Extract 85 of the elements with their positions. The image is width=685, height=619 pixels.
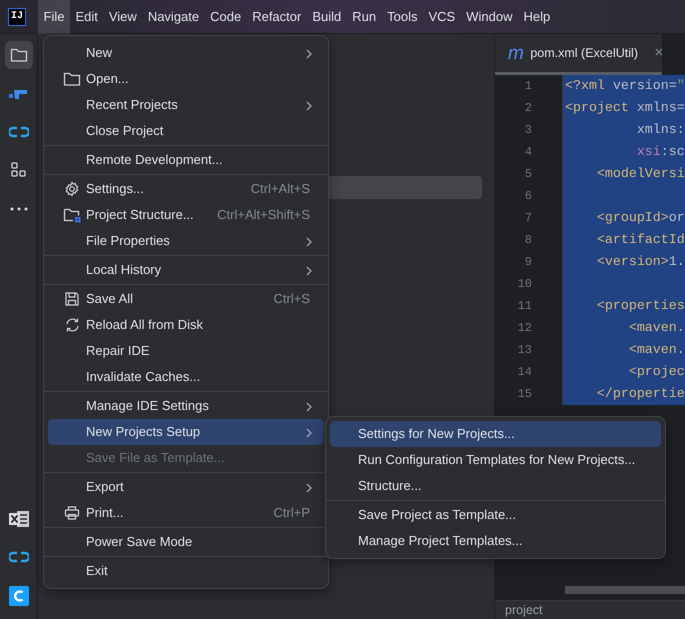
reload-icon xyxy=(64,317,80,333)
menu-item[interactable]: Local History xyxy=(48,257,324,283)
code-line: xmlns: xyxy=(636,121,685,139)
c-app-icon xyxy=(8,586,28,606)
menu-item[interactable]: Manage Project Templates... xyxy=(330,528,661,554)
menu-item[interactable]: Manage IDE Settings xyxy=(48,393,324,419)
line-number: 9 xyxy=(524,254,533,271)
menu-bar-item[interactable]: VCS xyxy=(422,0,461,34)
line-number: 3 xyxy=(524,122,533,139)
line-number: 4 xyxy=(524,144,533,161)
line-number: 5 xyxy=(524,166,533,183)
excel-icon xyxy=(8,508,30,529)
line-number: 1 xyxy=(524,78,533,95)
tab-title: pom.xml (ExcelUtil) xyxy=(530,44,638,62)
code-line: <modelVersi xyxy=(596,165,685,183)
menu-item[interactable]: Invalidate Caches... xyxy=(48,364,324,390)
menu-item[interactable]: Print... Ctrl+P xyxy=(48,500,324,526)
menu-item[interactable]: Save All Ctrl+S xyxy=(48,286,324,312)
line-number: 11 xyxy=(516,298,533,315)
menu-bar-item[interactable]: Run xyxy=(346,0,382,34)
code-line: <maven. xyxy=(628,319,685,337)
menu-bar-item[interactable]: Code xyxy=(204,0,247,34)
menu-item[interactable]: Open... xyxy=(48,66,324,92)
project-structure-icon xyxy=(63,207,81,223)
menu-bar-item[interactable]: Build xyxy=(306,0,347,34)
gear-icon xyxy=(64,181,80,197)
menu-item[interactable]: New Projects Setup xyxy=(48,419,324,445)
menu-item[interactable]: Repair IDE xyxy=(48,338,324,364)
menu-bar-item[interactable]: Refactor xyxy=(246,0,307,34)
menu-bar-item[interactable]: Help xyxy=(518,0,556,34)
menu-item[interactable]: Recent Projects xyxy=(48,92,324,118)
menu-item[interactable]: Settings... Ctrl+Alt+S xyxy=(48,176,324,202)
code-line: <artifactId xyxy=(596,231,685,249)
menu-item[interactable]: File Properties xyxy=(48,228,324,254)
menu-item[interactable]: Project Structure... Ctrl+Alt+Shift+S xyxy=(48,202,324,228)
grid-icon xyxy=(10,161,28,179)
menu-item[interactable]: Exit xyxy=(48,558,324,584)
code-line: <groupId>or xyxy=(596,209,685,227)
menu-bar-item[interactable]: Window xyxy=(460,0,518,34)
menu-item[interactable]: Save Project as Template... xyxy=(330,502,661,528)
menu-bar-item[interactable]: View xyxy=(103,0,142,34)
link-icon xyxy=(8,126,28,138)
code-line: <properties xyxy=(596,297,685,315)
code-line: <version>1. xyxy=(596,253,685,271)
folder-icon xyxy=(10,46,28,62)
line-number: 12 xyxy=(516,320,533,337)
editor-tab[interactable]: m pom.xml (ExcelUtil) × xyxy=(495,34,662,75)
folder-icon xyxy=(63,71,81,87)
menu-item[interactable]: Remote Development... xyxy=(48,147,324,173)
line-number: 10 xyxy=(516,276,533,293)
breadcrumb[interactable]: project xyxy=(495,600,685,619)
menu-item[interactable]: Close Project xyxy=(48,118,324,144)
code-line: </propertie xyxy=(596,385,685,403)
logo-icon: IJ xyxy=(8,8,26,26)
menu-item[interactable]: Structure... xyxy=(330,473,661,499)
more-icon xyxy=(10,206,28,210)
menu-item[interactable]: Settings for New Projects... xyxy=(330,421,661,447)
code-line: xsi:sc xyxy=(636,143,685,161)
tool-window-button[interactable] xyxy=(4,40,32,68)
menu-bar-item[interactable]: Navigate xyxy=(142,0,205,34)
line-number: 6 xyxy=(524,188,533,205)
code-line: <projec xyxy=(628,363,685,381)
scrollbar-thumb[interactable] xyxy=(565,586,685,594)
line-number: 15 xyxy=(516,386,533,403)
line-number: 2 xyxy=(524,100,533,117)
save-icon xyxy=(64,291,80,307)
line-number: 13 xyxy=(516,342,533,359)
line-number: 8 xyxy=(524,232,533,249)
printer-icon xyxy=(64,505,80,521)
line-number: 7 xyxy=(524,210,533,227)
line-number: 14 xyxy=(516,364,533,381)
menu-item[interactable]: Power Save Mode xyxy=(48,529,324,555)
code-line: <maven. xyxy=(628,341,685,359)
code-line: <project xmlns= xyxy=(564,99,685,117)
menu-bar-item[interactable]: Tools xyxy=(382,0,423,34)
link-icon xyxy=(8,551,28,564)
code-line: <?xml version=" xyxy=(564,77,685,95)
menu-bar-item[interactable]: File xyxy=(38,0,70,34)
menu-bar-item[interactable]: Edit xyxy=(70,0,104,34)
menu-item[interactable]: New xyxy=(48,40,324,66)
menu-item[interactable]: Export xyxy=(48,474,324,500)
close-icon[interactable]: × xyxy=(654,42,664,64)
maven-file-icon: m xyxy=(508,44,524,62)
menu-item[interactable]: Reload All from Disk xyxy=(48,312,324,338)
menu-item[interactable]: Run Configuration Templates for New Projects... xyxy=(330,447,661,473)
